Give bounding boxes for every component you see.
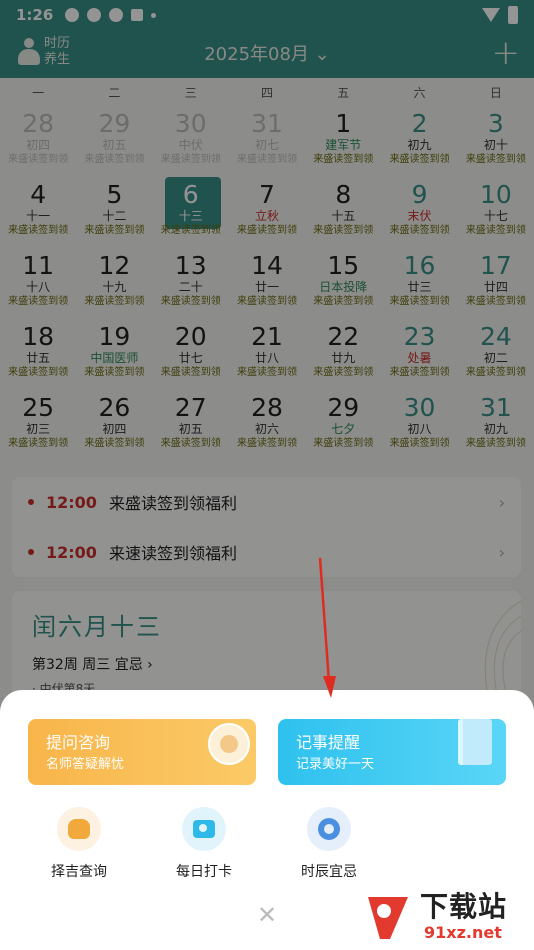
lucky-jar-icon — [57, 807, 101, 851]
watermark-url: 91xz.net — [424, 923, 502, 942]
watermark-logo-icon — [368, 897, 408, 939]
watermark-brand: 下载站 — [420, 890, 508, 923]
clock-icon — [307, 807, 351, 851]
tool-daily-checkin[interactable]: 每日打卡 — [154, 807, 254, 881]
camera-icon — [182, 807, 226, 851]
tool-hour-almanac[interactable]: 时辰宜忌 — [279, 807, 379, 881]
tool-label: 每日打卡 — [176, 864, 232, 880]
tool-lucky-query[interactable]: 择吉查询 — [29, 807, 129, 881]
note-reminder-card[interactable]: 记事提醒 记录美好一天 — [278, 719, 506, 785]
yin-yang-icon — [208, 723, 250, 765]
tool-label: 时辰宜忌 — [301, 864, 357, 880]
tool-label: 择吉查询 — [51, 864, 107, 880]
ask-consult-card[interactable]: 提问咨询 名师答疑解忧 — [28, 719, 256, 785]
watermark: 下载站 91xz.net — [360, 885, 530, 947]
tool-row: 择吉查询 每日打卡 时辰宜忌 — [0, 807, 534, 887]
scroll-icon — [458, 719, 492, 765]
close-icon[interactable]: ✕ — [255, 903, 279, 927]
ask-card-subtitle: 名师答疑解忧 — [46, 757, 125, 772]
